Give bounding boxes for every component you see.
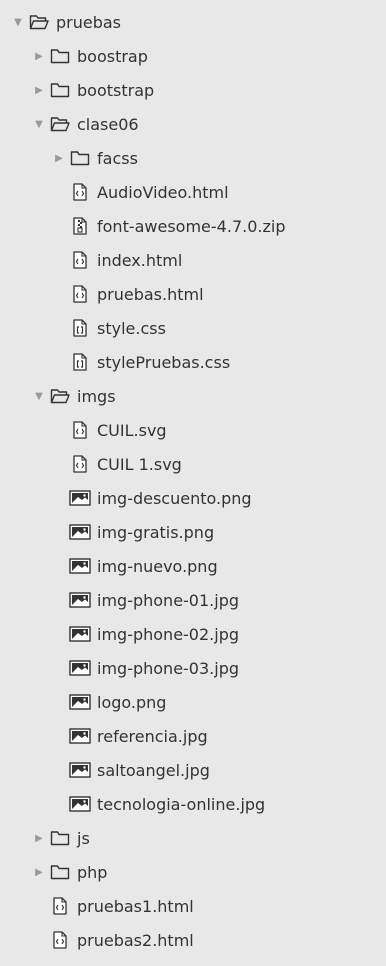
- collapsed-arrow-icon[interactable]: ▶: [33, 39, 45, 73]
- css-file-icon: [69, 319, 91, 337]
- css-file-icon: [69, 353, 91, 371]
- image-file-icon: [69, 591, 91, 609]
- collapsed-arrow-icon[interactable]: ▶: [33, 73, 45, 107]
- folder-row-clase06[interactable]: ▼ clase06: [0, 107, 386, 141]
- tree-item-label: stylePruebas.css: [97, 352, 231, 372]
- tree-item-label: logo.png: [97, 692, 167, 712]
- file-tree: ▼ pruebas ▶ boostrap ▶ bootstrap ▼ clase06 ▶ facs…: [0, 0, 386, 966]
- image-file-icon: [69, 727, 91, 745]
- folder-row-bootstrap[interactable]: ▶ bootstrap: [0, 73, 386, 107]
- folder-icon: [49, 829, 71, 847]
- image-file-icon: [69, 557, 91, 575]
- svg-file-icon: [69, 421, 91, 439]
- file-row-pruebas-html[interactable]: pruebas.html: [0, 277, 386, 311]
- tree-item-label: img-descuento.png: [97, 488, 252, 508]
- svg-file-icon: [69, 455, 91, 473]
- tree-item-label: js: [77, 828, 90, 848]
- tree-item-label: tecnologia-online.jpg: [97, 794, 266, 814]
- tree-item-label: CUIL.svg: [97, 420, 167, 440]
- tree-item-label: pruebas.html: [97, 284, 204, 304]
- expanded-arrow-icon[interactable]: ▼: [12, 5, 24, 39]
- file-row-pruebas1-html[interactable]: pruebas1.html: [0, 889, 386, 923]
- folder-row-boostrap[interactable]: ▶ boostrap: [0, 39, 386, 73]
- expanded-arrow-icon[interactable]: ▼: [33, 379, 45, 413]
- image-file-icon: [69, 523, 91, 541]
- file-row-cuil-svg[interactable]: CUIL.svg: [0, 413, 386, 447]
- file-row-pruebas2-html[interactable]: pruebas2.html: [0, 923, 386, 957]
- file-row-style-css[interactable]: style.css: [0, 311, 386, 345]
- zip-file-icon: [69, 217, 91, 235]
- tree-item-label: img-nuevo.png: [97, 556, 218, 576]
- tree-item-label: img-phone-02.jpg: [97, 624, 240, 644]
- tree-item-label: referencia.jpg: [97, 726, 208, 746]
- image-file-icon: [69, 761, 91, 779]
- tree-item-label: CUIL 1.svg: [97, 454, 182, 474]
- tree-item-label: saltoangel.jpg: [97, 760, 210, 780]
- tree-item-label: pruebas1.html: [77, 896, 194, 916]
- tree-item-label: facss: [97, 148, 138, 168]
- file-row-img-phone-01-jpg[interactable]: img-phone-01.jpg: [0, 583, 386, 617]
- tree-item-label: img-phone-03.jpg: [97, 658, 240, 678]
- folder-icon: [49, 47, 71, 65]
- file-row-font-awesome-4-7-0-zip[interactable]: font-awesome-4.7.0.zip: [0, 209, 386, 243]
- file-row-img-phone-02-jpg[interactable]: img-phone-02.jpg: [0, 617, 386, 651]
- file-row-cuil-1-svg[interactable]: CUIL 1.svg: [0, 447, 386, 481]
- image-file-icon: [69, 795, 91, 813]
- folder-icon: [49, 863, 71, 881]
- collapsed-arrow-icon[interactable]: ▶: [33, 821, 45, 855]
- file-row-tecnologia-online-jpg[interactable]: tecnologia-online.jpg: [0, 787, 386, 821]
- html-file-icon: [49, 931, 71, 949]
- image-file-icon: [69, 659, 91, 677]
- html-file-icon: [49, 897, 71, 915]
- file-row-referencia-jpg[interactable]: referencia.jpg: [0, 719, 386, 753]
- folder-open-icon: [49, 387, 71, 405]
- folder-row-imgs[interactable]: ▼ imgs: [0, 379, 386, 413]
- folder-row-php[interactable]: ▶ php: [0, 855, 386, 889]
- folder-open-icon: [49, 115, 71, 133]
- tree-item-label: boostrap: [77, 46, 148, 66]
- file-row-img-nuevo-png[interactable]: img-nuevo.png: [0, 549, 386, 583]
- tree-item-label: pruebas2.html: [77, 930, 194, 950]
- folder-icon: [69, 149, 91, 167]
- image-file-icon: [69, 625, 91, 643]
- image-file-icon: [69, 489, 91, 507]
- html-file-icon: [69, 183, 91, 201]
- folder-row-js[interactable]: ▶ js: [0, 821, 386, 855]
- html-file-icon: [69, 251, 91, 269]
- file-row-img-descuento-png[interactable]: img-descuento.png: [0, 481, 386, 515]
- tree-item-label: pruebas: [56, 12, 122, 32]
- folder-row-facss[interactable]: ▶ facss: [0, 141, 386, 175]
- folder-icon: [49, 81, 71, 99]
- tree-item-label: img-phone-01.jpg: [97, 590, 240, 610]
- tree-item-label: php: [77, 862, 108, 882]
- file-row-logo-png[interactable]: logo.png: [0, 685, 386, 719]
- tree-item-label: bootstrap: [77, 80, 155, 100]
- file-row-img-gratis-png[interactable]: img-gratis.png: [0, 515, 386, 549]
- collapsed-arrow-icon[interactable]: ▶: [53, 141, 65, 175]
- html-file-icon: [69, 285, 91, 303]
- tree-item-label: AudioVideo.html: [97, 182, 229, 202]
- image-file-icon: [69, 693, 91, 711]
- tree-item-label: img-gratis.png: [97, 522, 215, 542]
- file-row-index-html[interactable]: index.html: [0, 243, 386, 277]
- tree-item-label: imgs: [77, 386, 116, 406]
- tree-item-label: font-awesome-4.7.0.zip: [97, 216, 286, 236]
- file-row-stylepruebas-css[interactable]: stylePruebas.css: [0, 345, 386, 379]
- file-row-img-phone-03-jpg[interactable]: img-phone-03.jpg: [0, 651, 386, 685]
- expanded-arrow-icon[interactable]: ▼: [33, 107, 45, 141]
- file-row-saltoangel-jpg[interactable]: saltoangel.jpg: [0, 753, 386, 787]
- file-row-audiovideo-html[interactable]: AudioVideo.html: [0, 175, 386, 209]
- folder-row-pruebas[interactable]: ▼ pruebas: [0, 5, 386, 39]
- tree-item-label: clase06: [77, 114, 139, 134]
- collapsed-arrow-icon[interactable]: ▶: [33, 855, 45, 889]
- tree-item-label: index.html: [97, 250, 183, 270]
- tree-item-label: style.css: [97, 318, 166, 338]
- folder-open-icon: [28, 13, 50, 31]
